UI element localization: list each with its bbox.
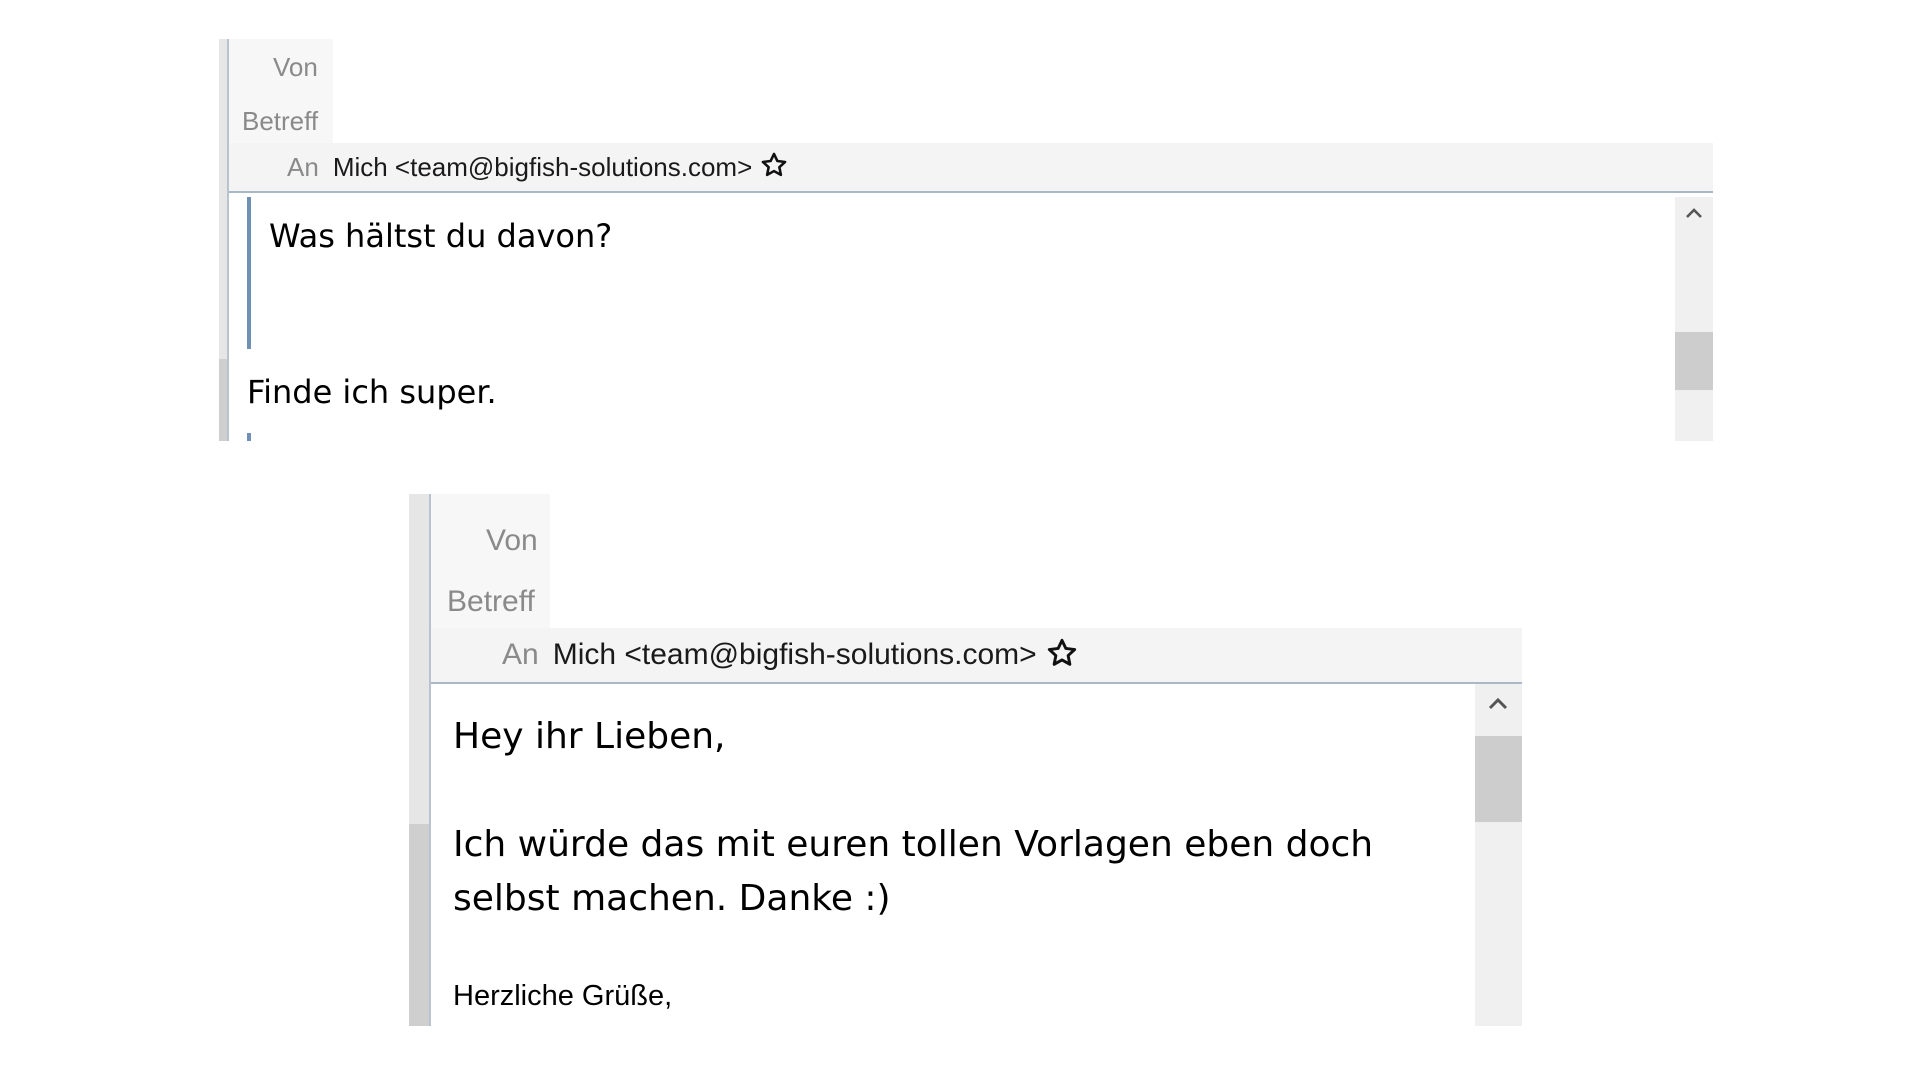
left-border-segment xyxy=(219,359,227,441)
chevron-up-icon[interactable] xyxy=(1684,205,1704,225)
scrollbar-thumb[interactable] xyxy=(1475,736,1522,822)
email-view-bottom: Von Betreff An Mich <team@bigfish-soluti… xyxy=(409,494,1522,1026)
to-row: An Mich <team@bigfish-solutions.com> xyxy=(431,628,1522,684)
left-border-segment xyxy=(409,824,429,1026)
to-label: An xyxy=(287,151,319,182)
subject-label: Betreff xyxy=(242,106,319,136)
quote-bar xyxy=(247,197,251,349)
to-recipient[interactable]: Mich <team@bigfish-solutions.com> xyxy=(333,152,752,183)
star-icon[interactable] xyxy=(760,151,788,183)
body-line-1: Ich würde das mit euren tollen Vorlagen … xyxy=(453,824,1374,865)
body-line-2: selbst machen. Danke :) xyxy=(453,878,891,919)
to-recipient[interactable]: Mich <team@bigfish-solutions.com> xyxy=(553,638,1037,672)
scrollbar-thumb[interactable] xyxy=(1675,332,1713,390)
to-row: An Mich <team@bigfish-solutions.com> xyxy=(229,143,1713,193)
scrollbar-track[interactable] xyxy=(1675,197,1713,441)
to-label: An xyxy=(502,638,539,671)
closing-text: Herzliche Grüße, xyxy=(453,980,673,1012)
reply-text: Finde ich super. xyxy=(247,373,497,411)
from-label: Von xyxy=(486,524,538,557)
greeting-text: Hey ihr Lieben, xyxy=(453,716,726,757)
quoted-text: Was hältst du davon? xyxy=(269,217,613,255)
chevron-up-icon[interactable] xyxy=(1486,694,1510,716)
subject-label: Betreff xyxy=(447,585,535,618)
from-label: Von xyxy=(273,52,318,82)
quote-bar-next xyxy=(247,433,251,441)
star-icon[interactable] xyxy=(1046,637,1078,673)
email-view-top: Von Betreff An Mich <team@bigfish-soluti… xyxy=(219,39,1713,441)
